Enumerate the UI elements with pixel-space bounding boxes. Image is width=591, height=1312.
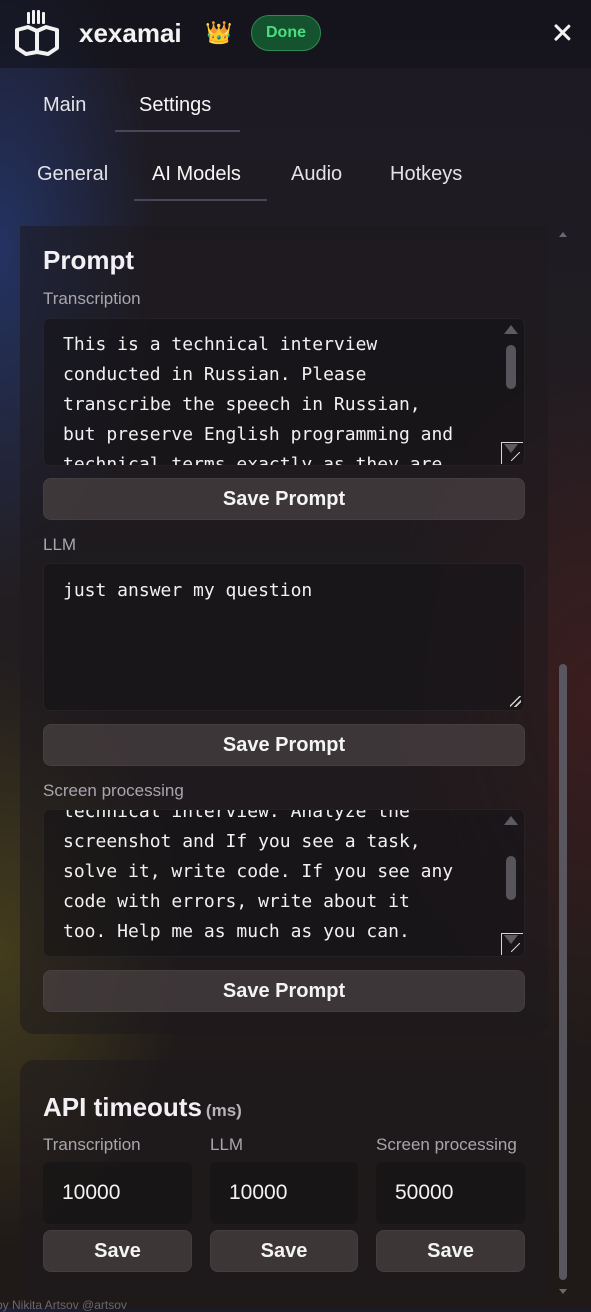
status-badge: Done <box>251 15 321 51</box>
tab-ai-models[interactable]: AI Models <box>152 163 241 186</box>
api-timeouts-unit: (ms) <box>205 1101 242 1120</box>
screen-processing-prompt-label: Screen processing <box>43 781 184 800</box>
scroll-down-arrow-icon[interactable] <box>559 1289 567 1294</box>
llm-prompt-textarea[interactable]: just answer my question <box>43 563 525 711</box>
scroll-thumb[interactable] <box>506 856 516 900</box>
scroll-thumb[interactable] <box>506 345 516 389</box>
tab-ai-models-underline <box>134 199 267 201</box>
api-timeouts-title-text: API timeouts <box>43 1092 202 1122</box>
app-header: xexamai 👑 Done <box>0 0 591 68</box>
screen-processing-prompt-textarea[interactable]: technical interview. Analyze the screens… <box>43 809 525 957</box>
tab-settings[interactable]: Settings <box>139 94 211 117</box>
screen-processing-timeout-label: Screen processing <box>376 1135 517 1154</box>
screen-processing-timeout-input[interactable]: 50000 <box>376 1162 525 1224</box>
tab-general[interactable]: General <box>37 163 108 186</box>
transcription-timeout-input[interactable]: 10000 <box>43 1162 192 1224</box>
transcription-prompt-textarea[interactable]: This is a technical interview conducted … <box>43 318 525 466</box>
save-screen-processing-prompt-button[interactable]: Save Prompt <box>43 970 525 1012</box>
textarea-scrollbar[interactable] <box>504 816 518 944</box>
save-screen-processing-timeout-button[interactable]: Save <box>376 1230 525 1272</box>
close-icon[interactable] <box>549 20 575 46</box>
save-transcription-prompt-button[interactable]: Save Prompt <box>43 478 525 520</box>
llm-timeout-input[interactable]: 10000 <box>210 1162 358 1224</box>
api-timeouts-title: API timeouts (ms) <box>43 1092 242 1123</box>
crown-icon: 👑 <box>205 20 233 45</box>
scroll-up-arrow-icon[interactable] <box>559 232 567 237</box>
resize-grip-icon[interactable] <box>501 933 523 955</box>
llm-prompt-text: just answer my question <box>63 580 313 601</box>
tab-hotkeys[interactable]: Hotkeys <box>390 163 462 186</box>
transcription-prompt-label: Transcription <box>43 289 141 308</box>
prompt-section-title: Prompt <box>43 245 134 275</box>
footer-credit: by Nikita Artsov @artsov <box>0 1298 127 1312</box>
tab-main[interactable]: Main <box>43 94 86 117</box>
screen-processing-prompt-text: technical interview. Analyze the screens… <box>63 809 454 942</box>
page-scrollbar[interactable] <box>556 226 570 1298</box>
llm-timeout-label: LLM <box>210 1135 244 1154</box>
save-llm-timeout-button[interactable]: Save <box>210 1230 358 1272</box>
app-name: xexamai <box>79 18 182 48</box>
page-scroll-thumb[interactable] <box>559 664 567 1280</box>
llm-prompt-label: LLM <box>43 535 77 554</box>
save-transcription-timeout-button[interactable]: Save <box>43 1230 192 1272</box>
transcription-prompt-text: This is a technical interview conducted … <box>63 334 454 466</box>
resize-grip-icon[interactable] <box>510 696 521 707</box>
tab-audio[interactable]: Audio <box>291 163 342 186</box>
app-logo-icon <box>15 10 59 56</box>
scroll-up-arrow-icon[interactable] <box>504 816 518 825</box>
textarea-scrollbar[interactable] <box>504 325 518 453</box>
resize-grip-icon[interactable] <box>501 442 523 464</box>
scroll-up-arrow-icon[interactable] <box>504 325 518 334</box>
save-llm-prompt-button[interactable]: Save Prompt <box>43 724 525 766</box>
tab-settings-underline <box>115 130 240 132</box>
transcription-timeout-label: Transcription <box>43 1135 141 1154</box>
